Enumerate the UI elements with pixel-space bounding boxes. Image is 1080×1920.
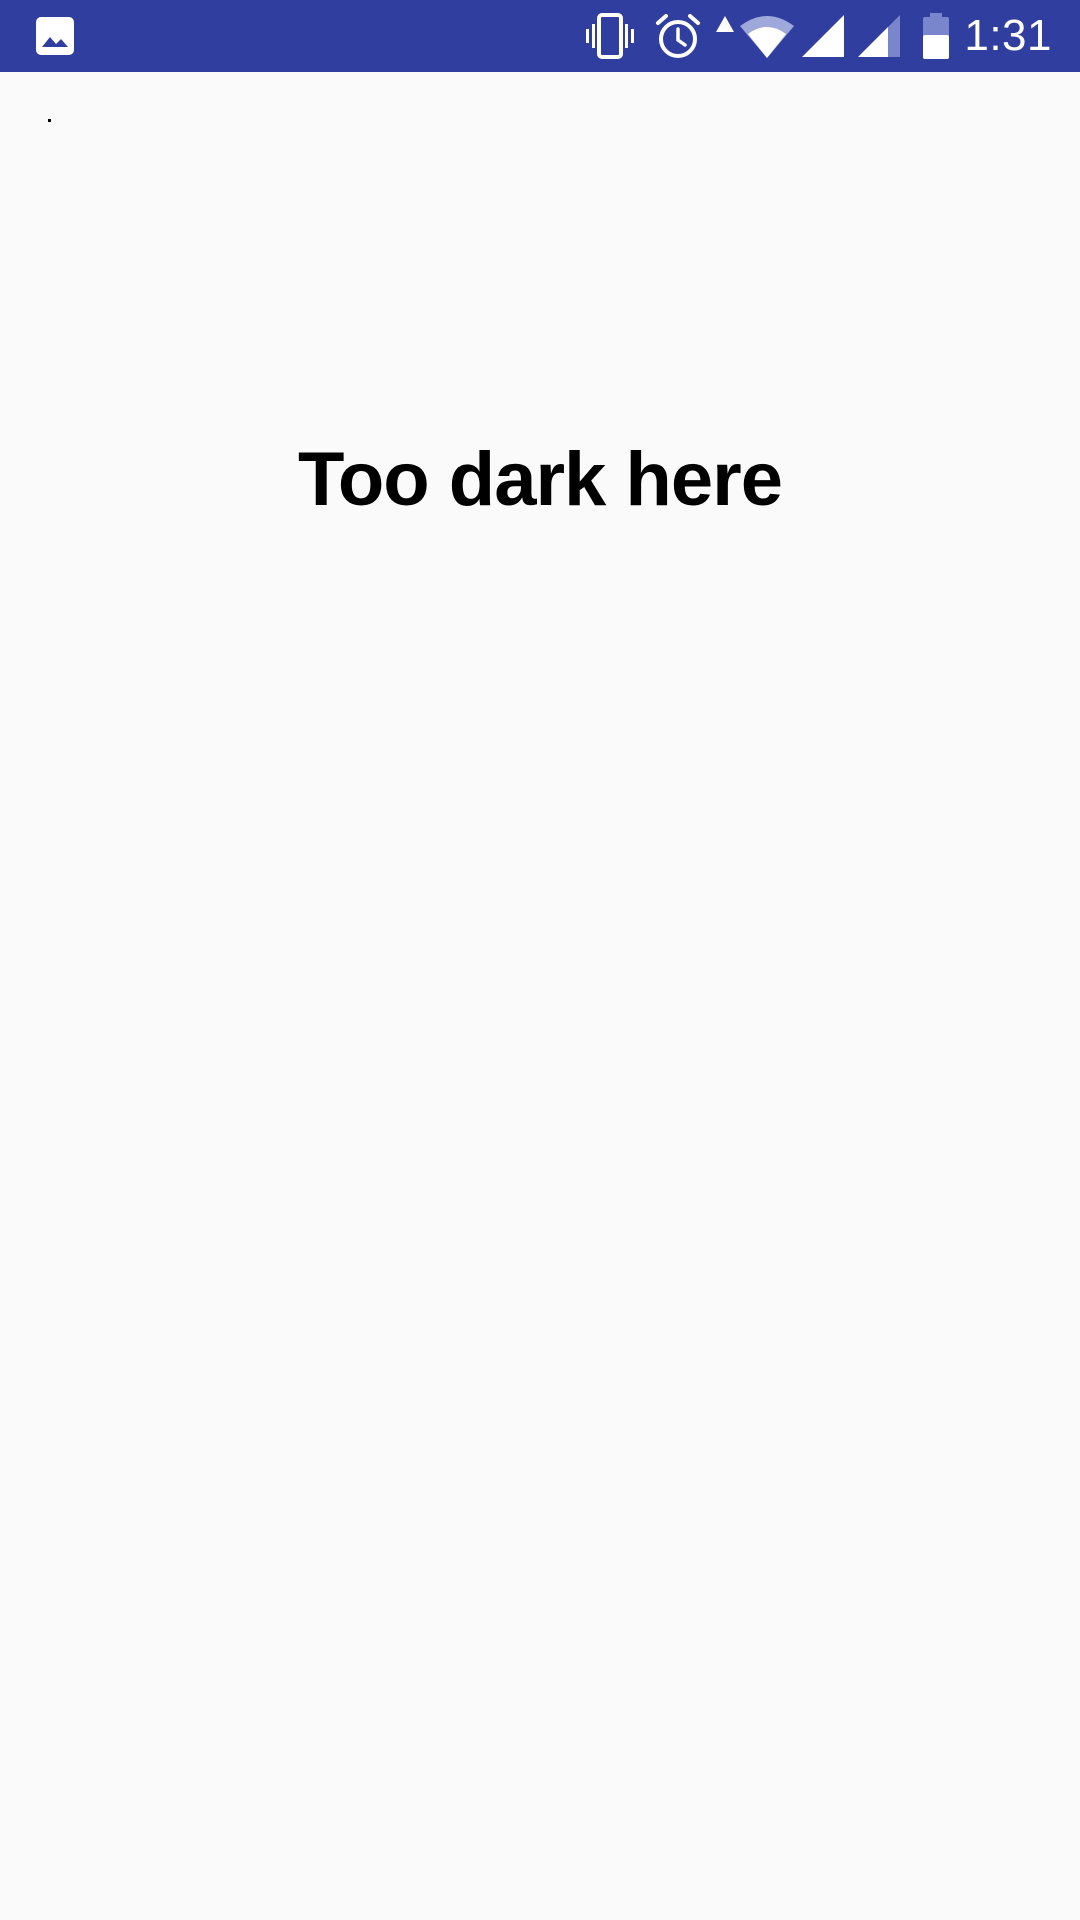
status-bar: 1:31 xyxy=(0,0,1080,72)
small-dot xyxy=(48,119,51,122)
alarm-icon xyxy=(652,0,704,72)
vibrate-icon xyxy=(580,0,640,72)
signal-icon-2 xyxy=(856,0,902,72)
status-clock: 1:31 xyxy=(964,11,1052,60)
data-arrow-icon xyxy=(714,0,736,72)
headline-text: Too dark here xyxy=(298,437,783,522)
main-content: Too dark here xyxy=(0,72,1080,1920)
wifi-icon xyxy=(738,0,796,72)
battery-icon xyxy=(918,0,954,72)
signal-icon xyxy=(800,0,846,72)
image-icon xyxy=(30,0,80,72)
